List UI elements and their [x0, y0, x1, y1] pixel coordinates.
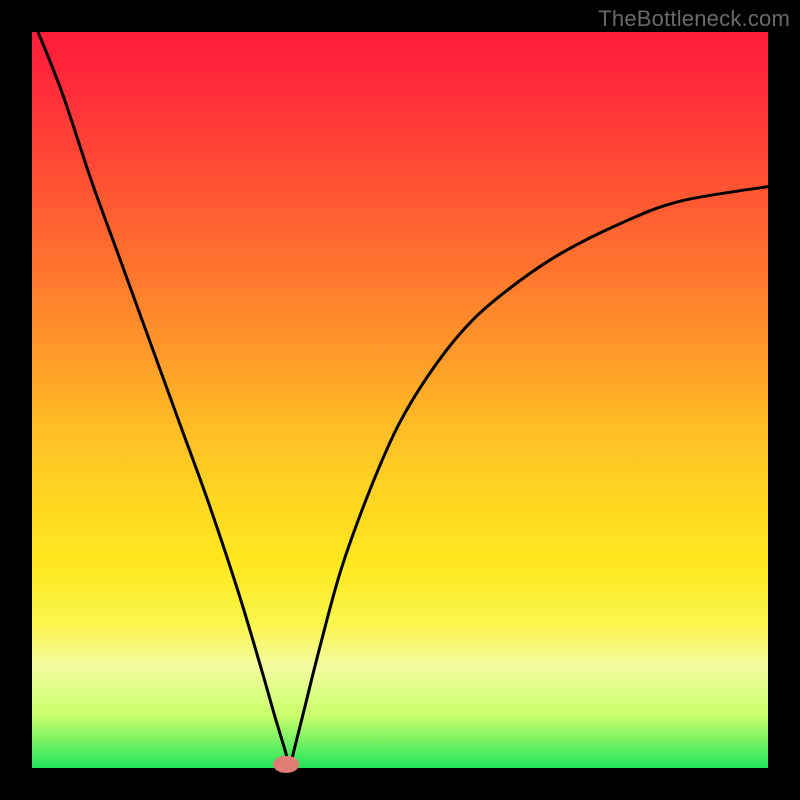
chart-frame: TheBottleneck.com [0, 0, 800, 800]
optimum-marker [273, 756, 299, 772]
bottleneck-curve [32, 32, 768, 768]
watermark-text: TheBottleneck.com [598, 6, 790, 32]
curve-svg [32, 32, 768, 768]
plot-area [32, 32, 768, 768]
